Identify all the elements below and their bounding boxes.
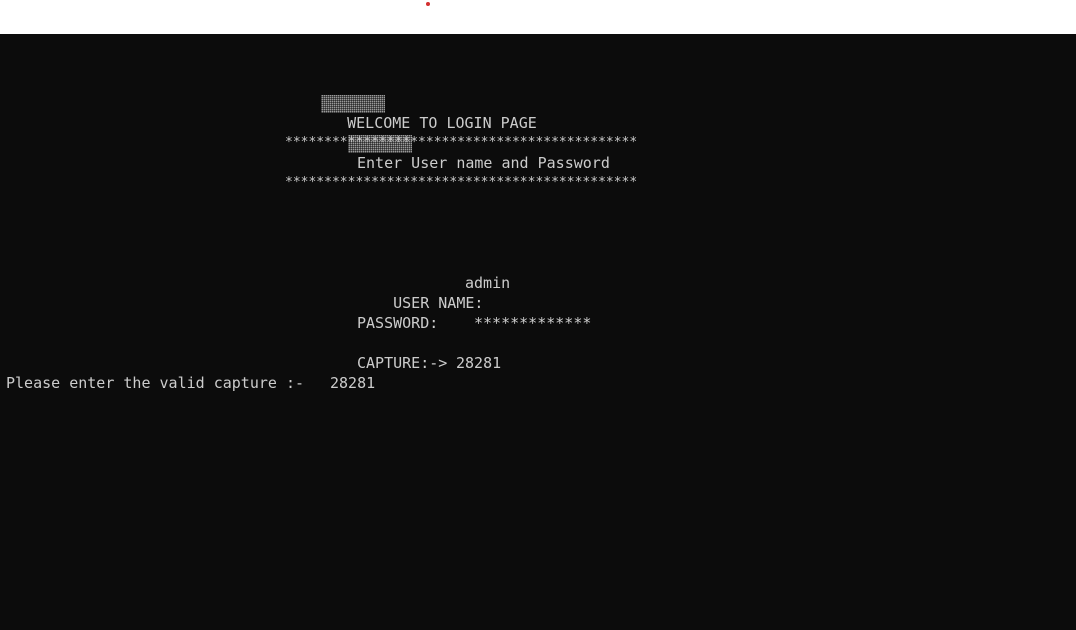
capture-input-value[interactable]: 28281 [330,373,375,393]
capture-prompt: Please enter the valid capture :- [6,374,305,392]
subtitle: Enter User name and Password [357,154,610,172]
red-dot-marker [426,2,430,6]
shade-block-left-icon [321,94,386,113]
password-value[interactable]: ************* [474,313,591,333]
star-border-top: ****************************************… [285,135,638,150]
capture-value: 28281 [456,354,502,372]
password-label: PASSWORD: [357,314,439,332]
window-top-strip [0,0,1076,34]
star-border-bottom: ****************************************… [285,175,638,190]
page-title: WELCOME TO LOGIN PAGE [347,114,537,132]
username-label: USER NAME: [393,294,484,312]
console-window[interactable]: WELCOME TO LOGIN PAGE ******************… [0,34,1076,630]
username-value[interactable]: admin [465,273,510,293]
capture-label: CAPTURE:-> [357,354,448,372]
